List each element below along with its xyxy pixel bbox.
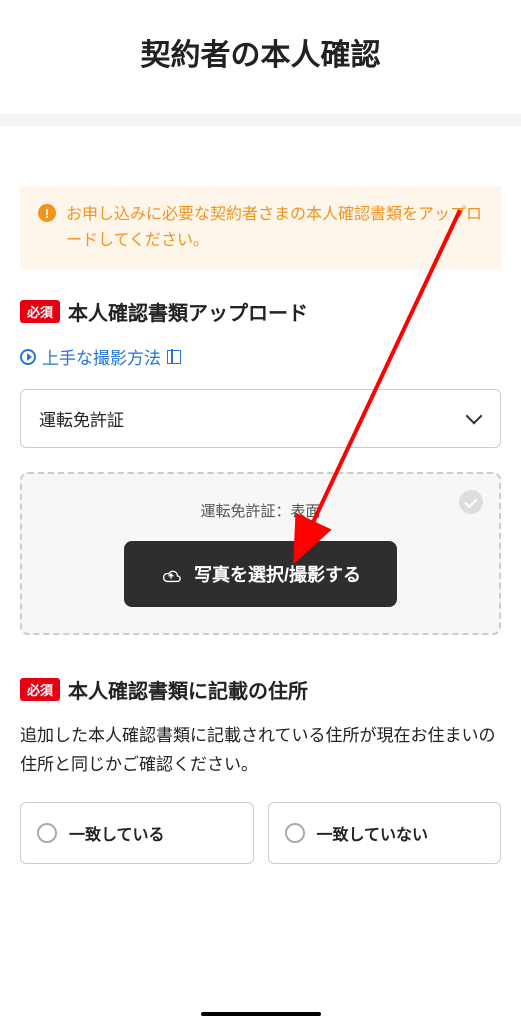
- notice-box: ! お申し込みに必要な契約者さまの本人確認書類をアップロードしてください。: [20, 186, 501, 269]
- radio-circle-icon: [285, 823, 305, 843]
- hint-link-text: 上手な撮影方法: [42, 344, 161, 369]
- main-content: ! お申し込みに必要な契約者さまの本人確認書類をアップロードしてください。 必須…: [0, 126, 521, 884]
- chevron-down-icon: [468, 412, 482, 426]
- address-description: 追加した本人確認書類に記載されている住所が現在お住まいの住所と同じかご確認くださ…: [20, 722, 501, 780]
- radio-label-no-match: 一致していない: [317, 821, 429, 845]
- cloud-upload-icon: [160, 566, 182, 582]
- upload-area-front: 運転免許証：表面 写真を選択/撮影する: [20, 472, 501, 635]
- required-badge: 必須: [20, 678, 60, 701]
- radio-label-match: 一致している: [69, 821, 165, 845]
- section-header-address: 必須 本人確認書類に記載の住所: [20, 675, 501, 704]
- dropdown-selected-value: 運転免許証: [39, 406, 124, 431]
- address-section: 必須 本人確認書類に記載の住所 追加した本人確認書類に記載されている住所が現在お…: [20, 675, 501, 864]
- radio-group-address-match: 一致している 一致していない: [20, 802, 501, 864]
- required-badge: 必須: [20, 300, 60, 323]
- radio-option-no-match[interactable]: 一致していない: [268, 802, 502, 864]
- photo-tips-link[interactable]: 上手な撮影方法: [20, 344, 501, 369]
- external-link-icon: [167, 350, 181, 364]
- page-title: 契約者の本人確認: [20, 30, 501, 74]
- radio-option-match[interactable]: 一致している: [20, 802, 254, 864]
- upload-box-title: 運転免許証：表面: [42, 500, 479, 521]
- section-title-upload: 本人確認書類アップロード: [68, 297, 308, 326]
- arrow-circle-icon: [20, 349, 36, 365]
- notice-text: お申し込みに必要な契約者さまの本人確認書類をアップロードしてください。: [66, 202, 483, 253]
- warning-icon: !: [38, 204, 56, 222]
- upload-photo-button[interactable]: 写真を選択/撮影する: [124, 541, 397, 607]
- check-circle-icon: [459, 490, 483, 514]
- document-type-dropdown[interactable]: 運転免許証: [20, 389, 501, 448]
- section-header-upload: 必須 本人確認書類アップロード: [20, 297, 501, 326]
- upload-button-label: 写真を選択/撮影する: [194, 561, 361, 587]
- home-indicator[interactable]: [201, 1012, 321, 1016]
- radio-circle-icon: [37, 823, 57, 843]
- section-title-address: 本人確認書類に記載の住所: [68, 675, 308, 704]
- page-header: 契約者の本人確認: [0, 0, 521, 126]
